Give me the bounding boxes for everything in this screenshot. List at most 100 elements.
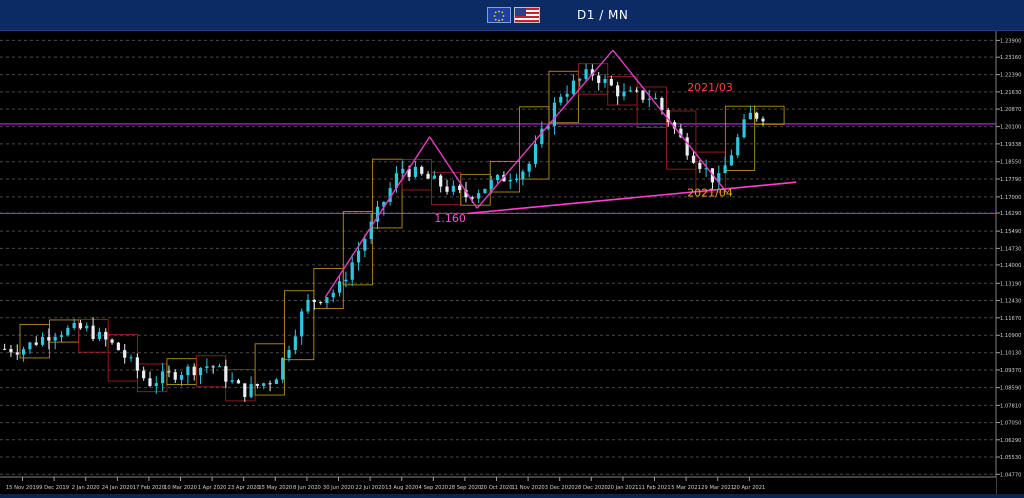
price-tick-label: 1.11670	[1000, 316, 1021, 322]
candle-body	[91, 325, 95, 339]
candle-body	[641, 90, 645, 100]
price-tick-label: 1.14000	[1000, 263, 1021, 269]
candle-body	[21, 349, 26, 355]
candle-body	[274, 379, 278, 385]
price-tick-label: 1.23160	[1000, 55, 1021, 61]
candle-body	[723, 165, 727, 174]
candle-body	[565, 93, 569, 97]
candle-body	[154, 383, 158, 386]
chart-background	[0, 31, 1024, 494]
date-tick-label: 29 Mar 2021	[701, 485, 734, 491]
candle-body	[344, 279, 348, 282]
us-flag-icon	[514, 7, 540, 23]
price-tick-label: 1.12430	[1000, 299, 1021, 305]
date-tick-label: 9 Dec 2019	[39, 485, 69, 491]
candle-body	[281, 357, 285, 380]
candle-body	[78, 323, 83, 329]
date-tick-label: 11 Nov 2020	[511, 485, 544, 491]
date-tick-label: 15 May 2020	[258, 485, 292, 491]
candle-body	[104, 331, 108, 340]
candle-body	[268, 383, 272, 385]
price-tick-label: 1.14730	[1000, 246, 1021, 252]
price-chart[interactable]: 2021/03 2021/04 1.160 1.23900 1.23160 1.2239…	[0, 31, 1024, 494]
candle-body	[224, 366, 228, 382]
candle-body	[432, 175, 436, 179]
date-tick-label: 2 Jan 2020	[72, 485, 100, 491]
candle-body	[34, 342, 38, 345]
date-tick-label: 11 Feb 2021	[638, 485, 670, 491]
candle-body	[401, 168, 405, 174]
candle-body	[495, 174, 500, 181]
candle-body	[521, 171, 525, 179]
date-tick-label: 28 Dec 2020	[575, 485, 608, 491]
candle-body	[47, 336, 51, 341]
date-tick-label: 28 Sep 2020	[448, 485, 481, 491]
price-tick-label: 1.05530	[1000, 455, 1021, 461]
price-tick-label: 1.19338	[1000, 142, 1021, 148]
candle-body	[28, 342, 32, 350]
candle-body	[660, 98, 664, 111]
candle-body	[198, 367, 203, 376]
price-tick-label: 1.09370	[1000, 368, 1021, 374]
price-tick-label: 1.16290	[1000, 211, 1021, 217]
candle-body	[255, 384, 260, 386]
candle-body	[243, 383, 247, 397]
candle-body	[571, 80, 576, 94]
candle-body	[72, 323, 76, 328]
candle-body	[161, 371, 165, 384]
candle-body	[653, 98, 658, 100]
candle-body	[135, 357, 139, 371]
candle-body	[325, 297, 329, 304]
date-tick-label: 23 Apr 2020	[228, 485, 260, 491]
candle-body	[116, 342, 120, 351]
candle-body	[477, 193, 481, 199]
price-tick-label: 1.15490	[1000, 229, 1021, 235]
date-tick-label: 4 Sep 2020	[419, 485, 449, 491]
date-tick-label: 30 Jun 2020	[323, 485, 354, 491]
candle-body	[230, 380, 234, 382]
candle-body	[9, 348, 13, 353]
candle-body	[527, 163, 531, 172]
date-tick-label: 13 Aug 2020	[385, 485, 418, 491]
candle-body	[142, 370, 146, 379]
candle-body	[85, 325, 89, 329]
price-tick-label: 1.08590	[1000, 386, 1021, 392]
candle-body	[110, 339, 114, 343]
candle-body	[148, 378, 152, 386]
price-tick-label: 1.18550	[1000, 160, 1021, 166]
candle-body	[293, 336, 297, 350]
candle-body	[483, 188, 487, 194]
price-tick-label: 1.22390	[1000, 73, 1021, 79]
price-tick-label: 1.10130	[1000, 351, 1021, 357]
candle-body	[249, 384, 253, 397]
candle-body	[426, 173, 430, 179]
candle-body	[489, 180, 493, 189]
candle-body	[451, 185, 455, 192]
candle-body	[217, 366, 222, 368]
date-tick-label: 3 Dec 2020	[545, 485, 575, 491]
candle-body	[413, 166, 418, 177]
chart-area[interactable]: 2021/03 2021/04 1.160 1.23900 1.23160 1.2239…	[0, 31, 1024, 494]
candle-body	[40, 336, 45, 345]
price-tick-label: 1.10900	[1000, 333, 1021, 339]
candle-body	[205, 366, 209, 368]
candle-body	[647, 98, 651, 100]
price-tick-label: 1.21630	[1000, 90, 1021, 96]
candle-body	[685, 137, 689, 156]
date-tick-label: 10 Mar 2020	[164, 485, 197, 491]
chart-title: D1 / MN	[577, 8, 629, 22]
candle-body	[186, 366, 190, 376]
candle-body	[53, 336, 57, 341]
candle-body	[262, 383, 266, 386]
price-tick-label: 1.17000	[1000, 195, 1021, 201]
candle-body	[609, 79, 613, 86]
candle-body	[514, 178, 519, 180]
candle-body	[192, 366, 196, 376]
candle-body	[439, 175, 443, 187]
candle-body	[331, 292, 335, 298]
candle-body	[691, 155, 696, 163]
candle-body	[445, 186, 449, 192]
candle-body	[129, 357, 133, 359]
price-tick-label: 1.13190	[1000, 281, 1021, 287]
candle-body	[173, 372, 177, 380]
